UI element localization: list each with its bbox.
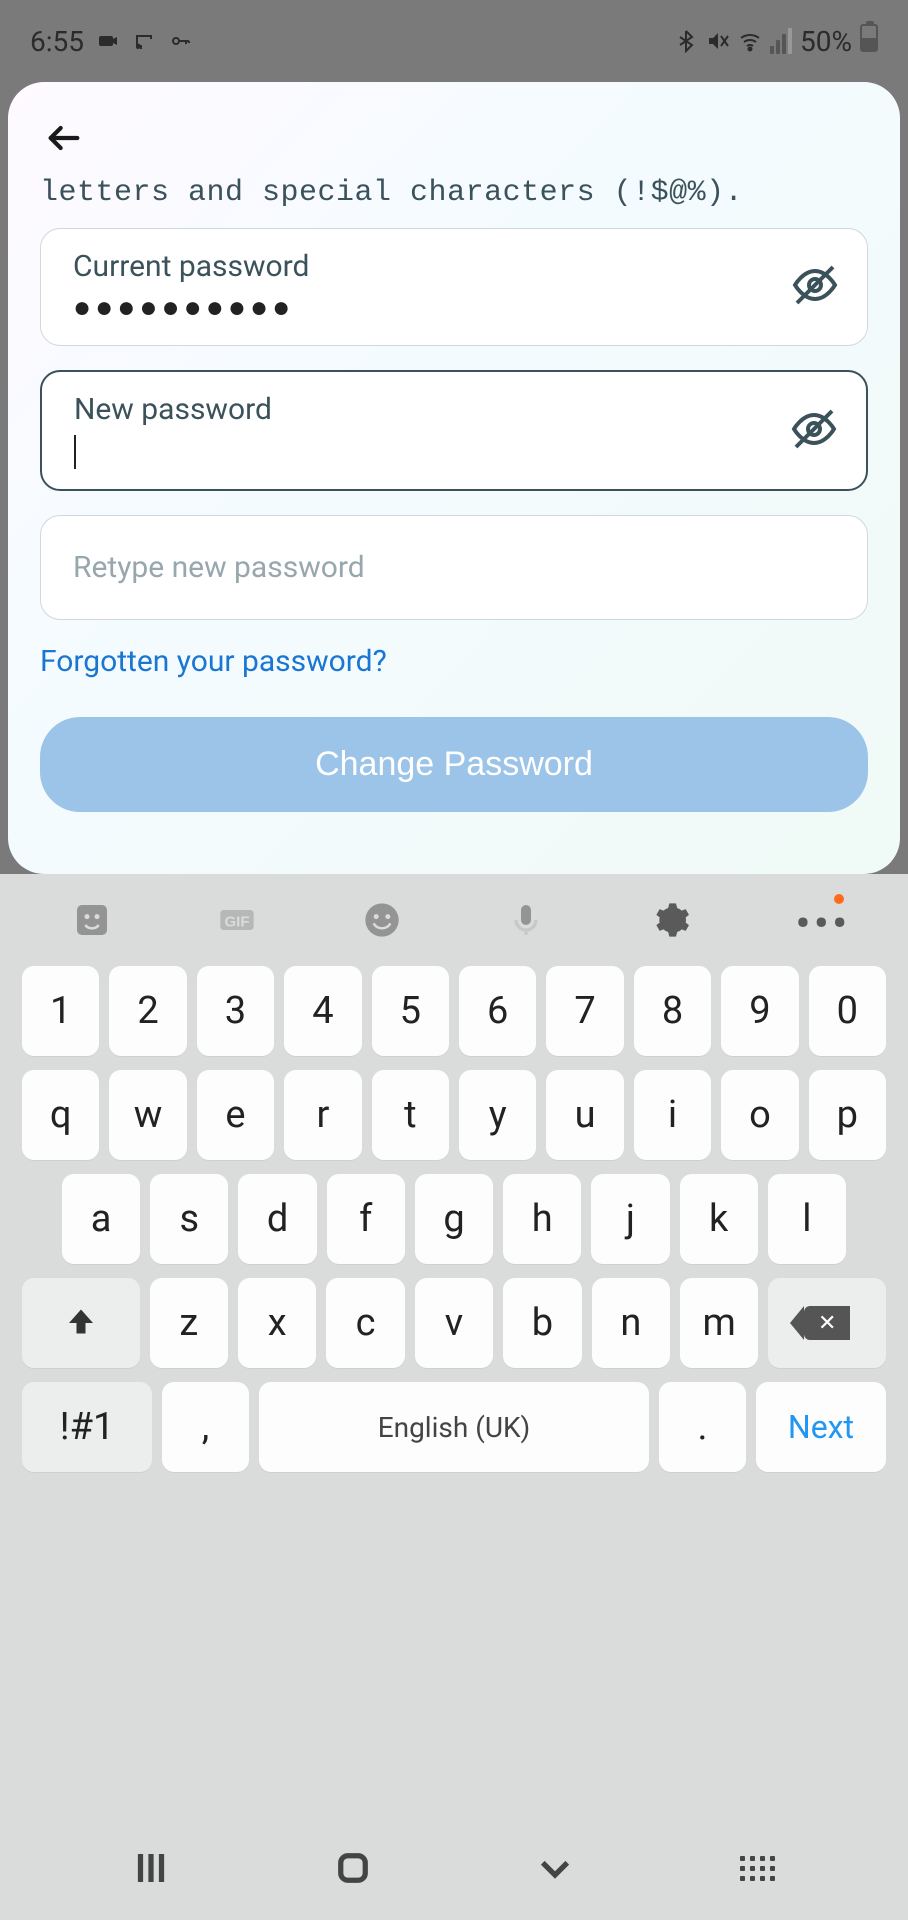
status-right: 50% (674, 24, 878, 59)
key-s[interactable]: s (150, 1174, 228, 1264)
new-password-label: New password (74, 392, 776, 427)
key-row-numbers: 1234567890 (22, 966, 886, 1056)
key-7[interactable]: 7 (546, 966, 623, 1056)
bluetooth-icon (674, 29, 698, 53)
key-row-qwerty: qwertyuiop (22, 1070, 886, 1160)
key-row-asdf: asdfghjkl (22, 1174, 886, 1264)
mic-icon[interactable] (502, 896, 550, 944)
soft-keyboard: GIF ••• 1234567890 qwertyuiop asdfghjkl … (0, 874, 908, 1920)
key-u[interactable]: u (546, 1070, 623, 1160)
current-password-label: Current password (73, 249, 777, 284)
new-password-field[interactable]: New password (40, 370, 868, 491)
key-i[interactable]: i (634, 1070, 711, 1160)
gear-icon[interactable] (647, 896, 695, 944)
status-time: 6:55 (30, 25, 84, 58)
comma-key[interactable]: , (162, 1382, 249, 1472)
key-e[interactable]: e (197, 1070, 274, 1160)
key-1[interactable]: 1 (22, 966, 99, 1056)
battery-pct: 50% (800, 25, 852, 58)
key-x[interactable]: x (238, 1278, 316, 1368)
key-v[interactable]: v (415, 1278, 493, 1368)
key-w[interactable]: w (109, 1070, 186, 1160)
vpn-key-icon (168, 29, 192, 53)
back-nav-button[interactable] (525, 1838, 585, 1898)
key-d[interactable]: d (238, 1174, 316, 1264)
key-r[interactable]: r (284, 1070, 361, 1160)
key-c[interactable]: c (326, 1278, 404, 1368)
key-y[interactable]: y (459, 1070, 536, 1160)
current-password-value: ●●●●●●●●●● (73, 290, 777, 325)
key-row-bottom: !#1 , English (UK) . Next (22, 1382, 886, 1472)
camera-icon (96, 29, 120, 53)
toggle-visibility-new-icon[interactable] (790, 405, 838, 457)
retype-password-field[interactable]: Retype new password (40, 515, 868, 620)
change-password-button[interactable]: Change Password (40, 717, 868, 812)
key-8[interactable]: 8 (634, 966, 711, 1056)
keyboard-toolbar: GIF ••• (0, 874, 908, 966)
key-p[interactable]: p (809, 1070, 886, 1160)
home-button[interactable] (323, 1838, 383, 1898)
new-password-value (74, 433, 776, 469)
key-g[interactable]: g (415, 1174, 493, 1264)
key-row-zxcv: zxcvbnm ✕ (22, 1278, 886, 1368)
emoji-icon[interactable] (358, 896, 406, 944)
more-icon[interactable]: ••• (792, 896, 840, 944)
retype-password-placeholder: Retype new password (73, 550, 777, 585)
key-b[interactable]: b (503, 1278, 581, 1368)
key-o[interactable]: o (721, 1070, 798, 1160)
key-5[interactable]: 5 (372, 966, 449, 1056)
password-help-text: letters and special characters (!$@%). (40, 176, 868, 210)
forgot-password-link[interactable]: Forgotten your password? (40, 644, 868, 679)
symbols-key[interactable]: !#1 (22, 1382, 152, 1472)
change-password-modal: letters and special characters (!$@%). C… (8, 82, 900, 874)
key-q[interactable]: q (22, 1070, 99, 1160)
key-6[interactable]: 6 (459, 966, 536, 1056)
shift-key[interactable] (22, 1278, 140, 1368)
mute-icon (706, 29, 730, 53)
key-l[interactable]: l (768, 1174, 846, 1264)
key-4[interactable]: 4 (284, 966, 361, 1056)
cast-icon (132, 29, 156, 53)
key-2[interactable]: 2 (109, 966, 186, 1056)
keyboard-switch-button[interactable] (727, 1838, 787, 1898)
signal-icon (770, 28, 792, 54)
period-key[interactable]: . (659, 1382, 746, 1472)
key-9[interactable]: 9 (721, 966, 798, 1056)
status-left: 6:55 (30, 25, 192, 58)
key-t[interactable]: t (372, 1070, 449, 1160)
next-key[interactable]: Next (756, 1382, 886, 1472)
backspace-key[interactable]: ✕ (768, 1278, 886, 1368)
recents-button[interactable] (121, 1838, 181, 1898)
key-a[interactable]: a (62, 1174, 140, 1264)
key-j[interactable]: j (591, 1174, 669, 1264)
keyboard-keys: 1234567890 qwertyuiop asdfghjkl zxcvbnm … (0, 966, 908, 1920)
gif-icon[interactable]: GIF (213, 896, 261, 944)
svg-text:GIF: GIF (224, 914, 249, 931)
battery-icon (860, 24, 878, 59)
key-z[interactable]: z (150, 1278, 228, 1368)
key-m[interactable]: m (680, 1278, 758, 1368)
current-password-field[interactable]: Current password ●●●●●●●●●● (40, 228, 868, 346)
toggle-visibility-current-icon[interactable] (791, 261, 839, 313)
back-button[interactable] (40, 114, 88, 162)
key-n[interactable]: n (592, 1278, 670, 1368)
key-k[interactable]: k (680, 1174, 758, 1264)
space-key[interactable]: English (UK) (259, 1382, 649, 1472)
wifi-icon (738, 29, 762, 53)
key-3[interactable]: 3 (197, 966, 274, 1056)
key-h[interactable]: h (503, 1174, 581, 1264)
key-f[interactable]: f (327, 1174, 405, 1264)
system-nav-bar (0, 1816, 908, 1920)
key-0[interactable]: 0 (809, 966, 886, 1056)
sticker-icon[interactable] (68, 896, 116, 944)
status-bar: 6:55 50% (0, 0, 908, 82)
